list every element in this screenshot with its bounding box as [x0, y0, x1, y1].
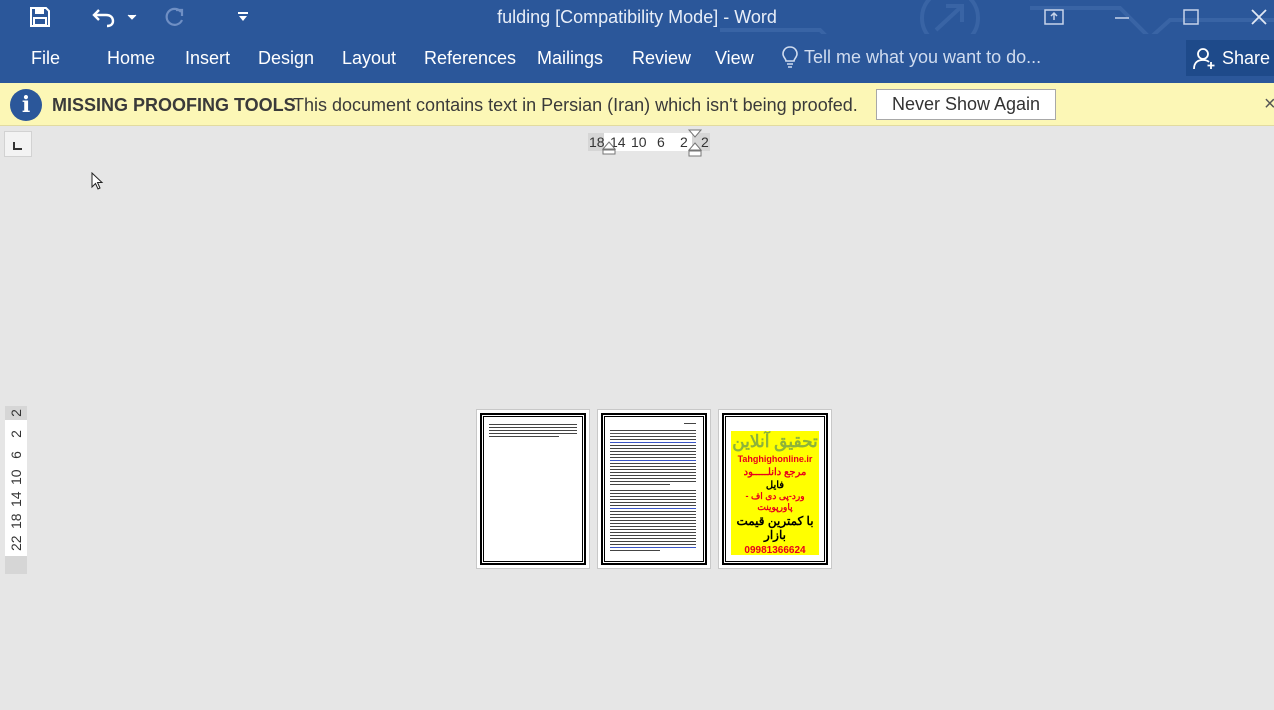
- ruler-tick: 18: [8, 513, 24, 529]
- minimize-button[interactable]: [1099, 0, 1145, 34]
- ruler-tick: 14: [8, 491, 24, 507]
- share-label: Share: [1222, 47, 1271, 68]
- page-1[interactable]: [476, 409, 590, 569]
- right-indent-marker-icon[interactable]: [688, 129, 702, 159]
- close-button[interactable]: [1236, 0, 1274, 34]
- tab-selector[interactable]: [4, 131, 32, 157]
- ribbon-display-options-button[interactable]: [1031, 0, 1077, 34]
- maximize-button[interactable]: [1168, 0, 1214, 34]
- ruler-tick: 10: [631, 134, 647, 150]
- tell-me-search[interactable]: Tell me what you want to do...: [782, 46, 1041, 68]
- tab-design[interactable]: Design: [258, 48, 314, 69]
- tab-references[interactable]: References: [424, 48, 516, 69]
- ruler-margin-bottom: [5, 556, 27, 574]
- minimize-icon: [1115, 17, 1129, 19]
- page-2[interactable]: [597, 409, 711, 569]
- vertical-ruler[interactable]: 2 2 6 10 14 18 22: [5, 406, 27, 574]
- ad-line-2: فایل: [765, 480, 785, 491]
- share-button[interactable]: Share: [1186, 40, 1274, 76]
- maximize-icon: [1183, 9, 1199, 25]
- page-3[interactable]: تحقیق آنلاین Tahghighonline.ir مرجع دانل…: [718, 409, 832, 569]
- tab-view[interactable]: View: [715, 48, 754, 69]
- tab-home[interactable]: Home: [107, 48, 155, 69]
- page-border-inner: [483, 416, 583, 562]
- tab-layout[interactable]: Layout: [342, 48, 396, 69]
- tab-insert[interactable]: Insert: [185, 48, 230, 69]
- left-tab-stop-icon: [13, 142, 22, 150]
- horizontal-ruler[interactable]: 18 14 10 6 2 2: [588, 129, 710, 157]
- ad-site: Tahghighonline.ir: [737, 454, 813, 464]
- tab-review[interactable]: Review: [632, 48, 691, 69]
- close-icon: [1251, 9, 1267, 25]
- title-bar: fulding [Compatibility Mode] - Word: [0, 0, 1274, 83]
- ad-phone: 09981366624 واتساپ: [744, 545, 806, 555]
- window-title: fulding [Compatibility Mode] - Word: [497, 7, 777, 27]
- never-show-again-button[interactable]: Never Show Again: [876, 89, 1056, 120]
- ruler-tick: 6: [657, 134, 665, 150]
- person-icon: [1193, 48, 1215, 70]
- ad-line-1: مرجع دانلـــــود: [743, 467, 807, 478]
- ruler-tick: 22: [8, 535, 24, 551]
- info-icon: i: [10, 89, 42, 121]
- ribbon-tabs: File Home Insert Design Layout Reference…: [0, 34, 1274, 83]
- ruler-tick: 2: [8, 430, 24, 438]
- tell-me-placeholder: Tell me what you want to do...: [804, 46, 1042, 67]
- message-bar: i MISSING PROOFING TOOLS This document c…: [0, 83, 1274, 126]
- message-bar-close-icon[interactable]: ×: [1264, 93, 1274, 116]
- ad-line-3: ورد-پی دی اف - پاورپوینت: [745, 491, 805, 512]
- ad-line-4: با کمترین قیمت بازار: [736, 514, 814, 542]
- ruler-tick: 2: [8, 409, 24, 417]
- mouse-cursor-icon: [91, 172, 104, 190]
- ribbon-display-options-icon: [1044, 9, 1064, 25]
- message-bar-label: MISSING PROOFING TOOLS: [52, 95, 296, 115]
- message-bar-text: This document contains text in Persian (…: [293, 95, 858, 115]
- advertisement-image: تحقیق آنلاین Tahghighonline.ir مرجع دانل…: [731, 431, 819, 555]
- lightbulb-icon: [782, 46, 798, 68]
- ruler-tick: 2: [701, 134, 709, 150]
- ruler-tick: 10: [8, 469, 24, 485]
- ad-title: تحقیق آنلاین: [732, 432, 818, 451]
- ruler-tick: 2: [680, 134, 688, 150]
- tab-mailings[interactable]: Mailings: [537, 48, 603, 69]
- left-indent-marker-icon[interactable]: [602, 141, 616, 155]
- tab-file[interactable]: File: [31, 48, 60, 69]
- ruler-tick: 6: [8, 451, 24, 459]
